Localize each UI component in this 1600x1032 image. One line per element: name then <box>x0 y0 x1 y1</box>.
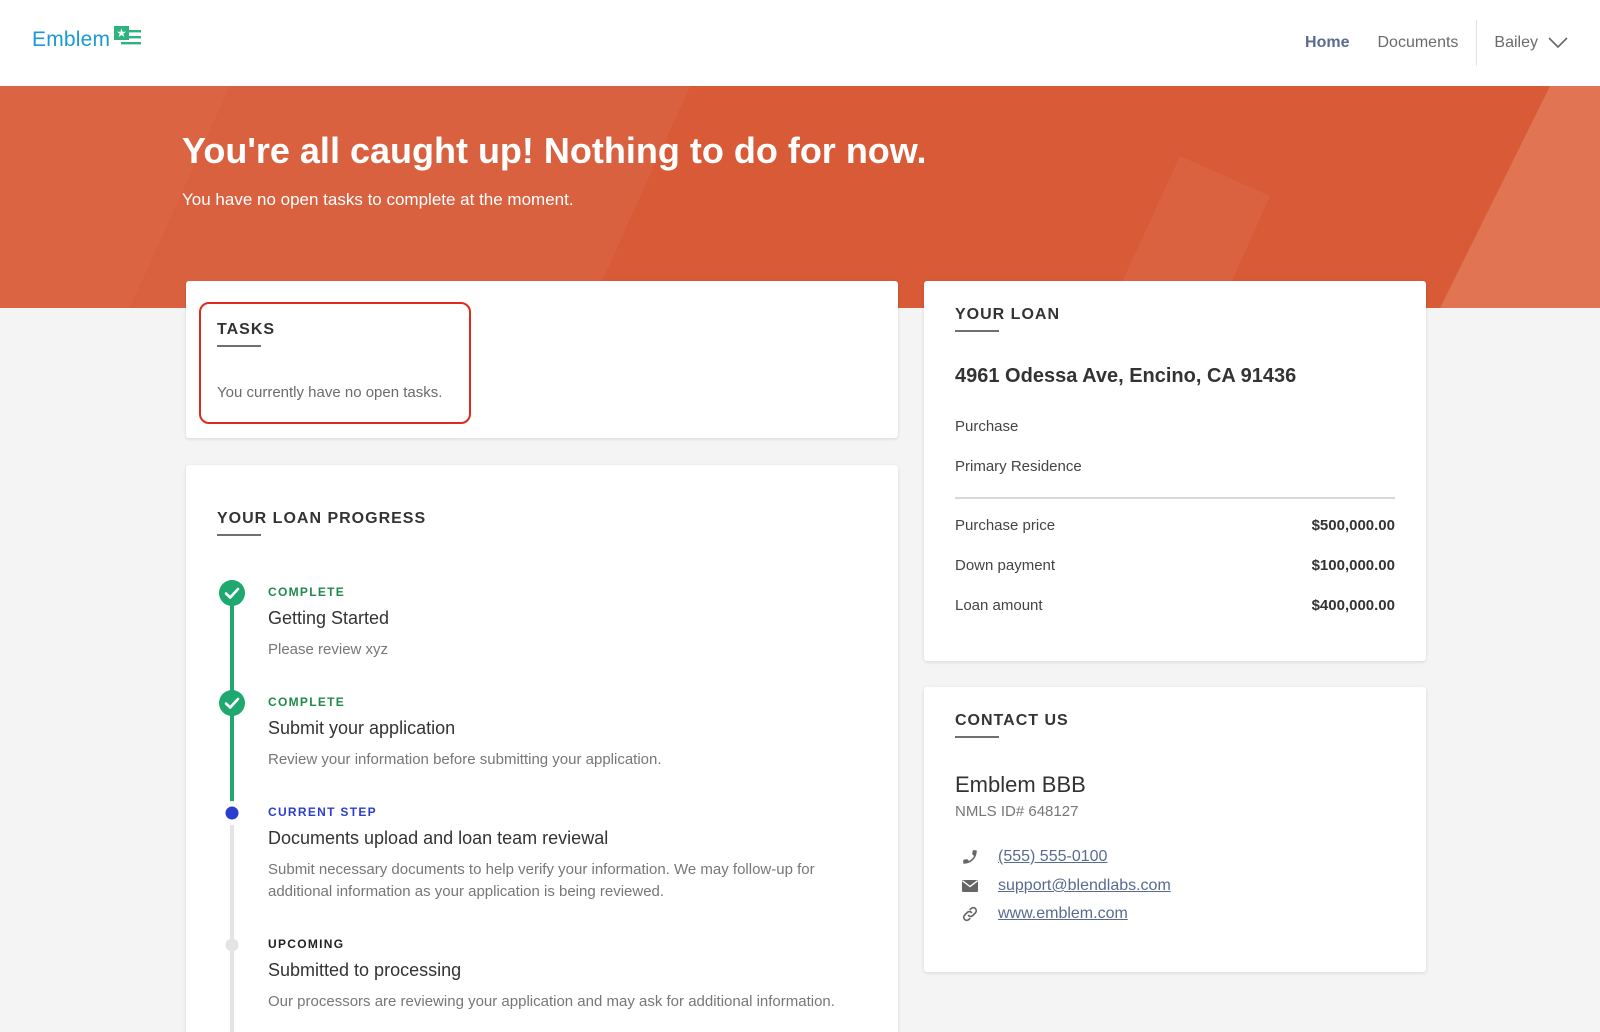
top-nav-bar: Emblem Home Documents Bailey <box>0 0 1600 86</box>
progress-heading: YOUR LOAN PROGRESS <box>217 510 427 527</box>
lender-name: Emblem BBB <box>955 772 1086 797</box>
loan-divider <box>955 497 1395 499</box>
step-status: COMPLETE <box>268 695 346 709</box>
link-icon <box>955 905 985 923</box>
user-menu[interactable]: Bailey <box>1494 34 1568 52</box>
contact-email-row: support@blendlabs.com <box>955 877 1171 895</box>
property-address: 4961 Odessa Ave, Encino, CA 91436 <box>955 365 1297 387</box>
progress-step: UPCOMING Submitted to processing Our pro… <box>268 937 858 1013</box>
nav-divider <box>1476 20 1478 66</box>
tasks-heading: TASKS <box>217 321 276 338</box>
loan-row-purchase-price: Purchase price $500,000.00 <box>955 517 1395 534</box>
nmls-id: NMLS ID# 648127 <box>955 803 1079 820</box>
loan-row-value: $100,000.00 <box>1311 557 1395 574</box>
tasks-card: TASKS You currently have no open tasks. <box>186 281 898 438</box>
step-status: CURRENT STEP <box>268 805 377 819</box>
step-status: UPCOMING <box>268 937 345 951</box>
step-description: Our processors are reviewing your applic… <box>268 993 835 1010</box>
nav-documents-link[interactable]: Documents <box>1378 34 1459 52</box>
loan-occupancy: Primary Residence <box>955 458 1082 475</box>
progress-step: COMPLETE Getting Started Please review x… <box>268 585 858 661</box>
heading-underline <box>217 534 261 536</box>
contact-phone-row: (555) 555-0100 <box>955 848 1107 866</box>
user-name: Bailey <box>1494 34 1538 51</box>
flag-logo-icon <box>114 26 142 45</box>
current-step-dot-icon <box>220 801 244 825</box>
tasks-highlight-box: TASKS You currently have no open tasks. <box>199 302 471 424</box>
check-circle-icon <box>219 690 245 716</box>
progress-step: CURRENT STEP Documents upload and loan t… <box>268 805 858 903</box>
step-title: Getting Started <box>268 608 390 628</box>
hero-title: You're all caught up! Nothing to do for … <box>182 130 927 171</box>
loan-row-label: Loan amount <box>955 597 1043 614</box>
main-nav: Home Documents Bailey <box>1305 0 1600 86</box>
step-status: COMPLETE <box>268 585 346 599</box>
email-link[interactable]: support@blendlabs.com <box>998 877 1171 895</box>
logo-text: Emblem <box>32 28 111 51</box>
hero-banner: You're all caught up! Nothing to do for … <box>0 86 1600 308</box>
nav-home-link[interactable]: Home <box>1305 34 1349 52</box>
loan-row-loan-amount: Loan amount $400,000.00 <box>955 597 1395 614</box>
step-description: Review your information before submittin… <box>268 751 662 768</box>
step-description: Submit necessary documents to help verif… <box>268 861 815 900</box>
progress-track-upcoming <box>230 815 234 1032</box>
step-title: Submitted to processing <box>268 960 462 980</box>
loan-progress-card: YOUR LOAN PROGRESS COMPLETE Getting Star… <box>186 465 898 1032</box>
your-loan-card: YOUR LOAN 4961 Odessa Ave, Encino, CA 91… <box>924 281 1426 661</box>
heading-underline <box>955 330 999 332</box>
loan-heading: YOUR LOAN <box>955 306 1060 323</box>
mail-icon <box>955 880 985 892</box>
chevron-down-icon <box>1548 37 1568 49</box>
loan-row-label: Purchase price <box>955 517 1056 534</box>
step-title: Submit your application <box>268 718 456 738</box>
contact-heading: CONTACT US <box>955 712 1069 729</box>
step-description: Please review xyz <box>268 641 389 658</box>
heading-underline <box>217 345 261 347</box>
phone-icon <box>955 848 985 866</box>
step-title: Documents upload and loan team reviewal <box>268 828 609 848</box>
loan-row-label: Down payment <box>955 557 1056 574</box>
loan-row-value: $400,000.00 <box>1311 597 1395 614</box>
progress-step: COMPLETE Submit your application Review … <box>268 695 858 771</box>
tasks-empty-message: You currently have no open tasks. <box>217 384 443 401</box>
phone-link[interactable]: (555) 555-0100 <box>998 848 1107 866</box>
hero-subtitle: You have no open tasks to complete at th… <box>182 190 574 209</box>
website-link[interactable]: www.emblem.com <box>998 905 1128 923</box>
heading-underline <box>955 736 999 738</box>
loan-row-down-payment: Down payment $100,000.00 <box>955 557 1395 574</box>
upcoming-step-dot-icon <box>225 938 239 952</box>
loan-row-value: $500,000.00 <box>1311 517 1395 534</box>
contact-us-card: CONTACT US Emblem BBB NMLS ID# 648127 (5… <box>924 687 1426 972</box>
check-circle-icon <box>219 580 245 606</box>
loan-purpose: Purchase <box>955 418 1019 435</box>
emblem-logo[interactable]: Emblem <box>32 26 144 52</box>
contact-website-row: www.emblem.com <box>955 905 1128 923</box>
